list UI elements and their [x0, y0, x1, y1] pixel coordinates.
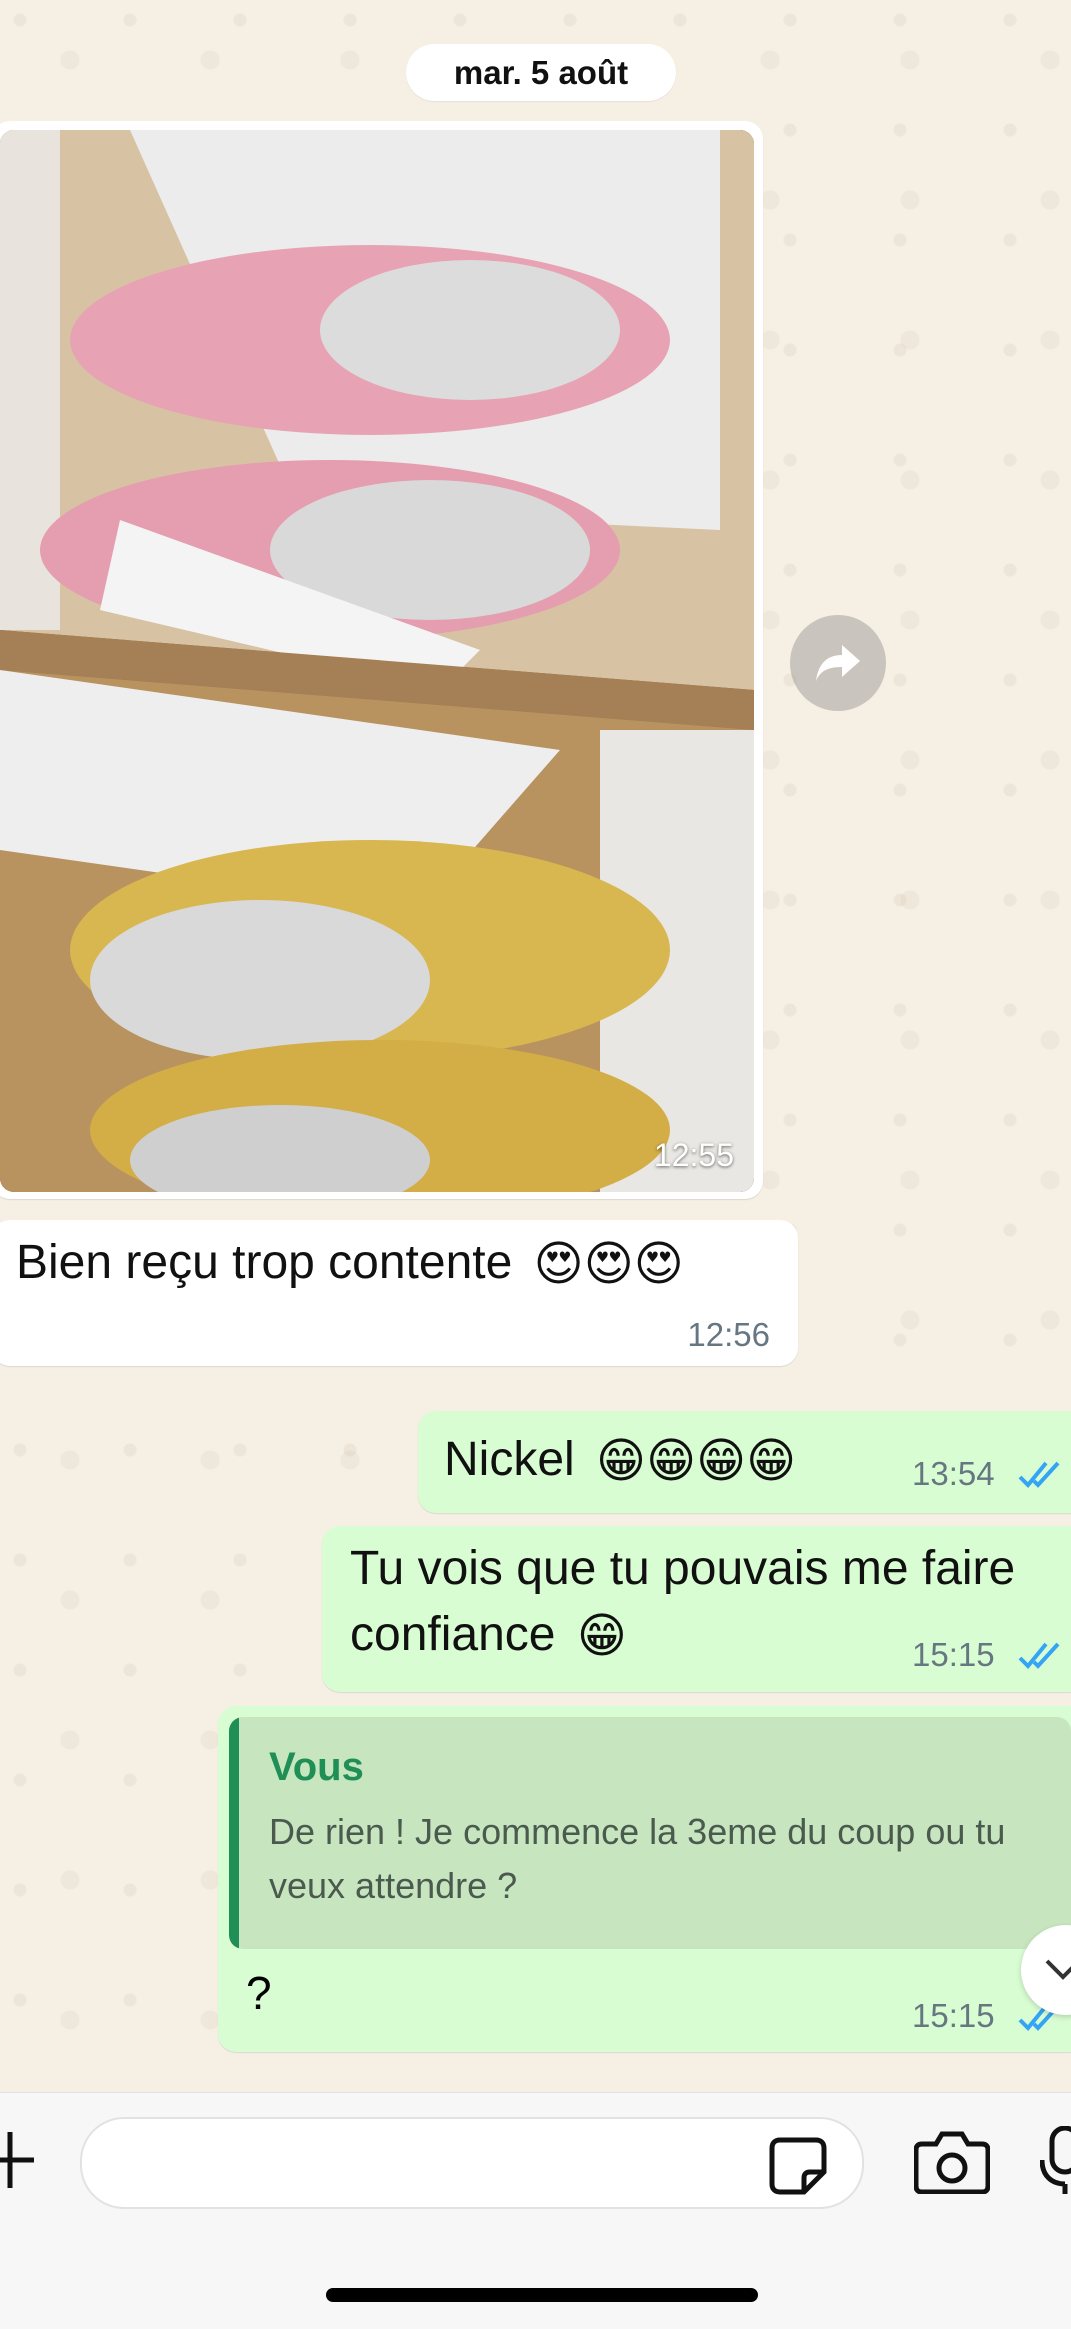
photo-timestamp: 12:55	[653, 1137, 734, 1173]
read-receipt-icon	[1018, 1461, 1060, 1488]
quote-text: De rien ! Je commence la 3eme du coup ou…	[269, 1811, 1006, 1906]
message-timestamp: 12:56	[687, 1316, 770, 1353]
quoted-message[interactable]: Vous De rien ! Je commence la 3eme du co…	[229, 1717, 1071, 1949]
photo-message-image[interactable]: 12:55	[0, 130, 754, 1192]
forward-icon	[816, 645, 860, 681]
message-text-content: Bien reçu trop contente	[16, 1236, 513, 1289]
message-timestamp: 15:15	[912, 1636, 995, 1673]
home-indicator	[326, 2288, 758, 2302]
message-text: Bien reçu trop contente 😍😍😍	[16, 1230, 684, 1298]
message-text: ?	[246, 1967, 272, 2019]
plus-icon[interactable]	[0, 2130, 40, 2190]
chevron-down-icon	[1045, 1959, 1071, 1980]
outgoing-message-bubble[interactable]: Nickel 😁😁😁😁 13:54	[418, 1411, 1071, 1513]
message-text-line: confiance	[350, 1608, 556, 1661]
grinning-emoji: 😁	[576, 1610, 627, 1664]
message-input-field[interactable]	[80, 2117, 864, 2209]
sneakers-photo	[0, 130, 754, 1192]
message-input[interactable]	[112, 2119, 766, 2209]
outgoing-message-bubble[interactable]: Tu vois que tu pouvais me faire confianc…	[322, 1526, 1071, 1692]
message-text-content: Nickel	[444, 1433, 575, 1486]
sticker-icon[interactable]	[768, 2136, 828, 2196]
heart-eyes-emoji: 😍😍😍	[533, 1238, 684, 1292]
message-text: Nickel 😁😁😁😁	[444, 1427, 796, 1495]
date-separator: mar. 5 août	[406, 44, 676, 101]
forward-button[interactable]	[790, 615, 886, 711]
message-timestamp: 13:54	[912, 1455, 995, 1492]
message-text-line: Tu vois que tu pouvais me faire	[350, 1542, 1016, 1595]
incoming-message-bubble[interactable]: Bien reçu trop contente 😍😍😍 12:56	[0, 1220, 798, 1366]
read-receipt-icon	[1018, 1642, 1060, 1669]
camera-icon[interactable]	[914, 2130, 990, 2194]
message-timestamp: 15:15	[912, 1997, 995, 2034]
quote-accent-bar	[229, 1717, 239, 1949]
microphone-icon[interactable]	[1040, 2126, 1071, 2196]
grinning-emoji: 😁😁😁😁	[596, 1435, 797, 1489]
quote-author: Vous	[269, 1745, 364, 1789]
